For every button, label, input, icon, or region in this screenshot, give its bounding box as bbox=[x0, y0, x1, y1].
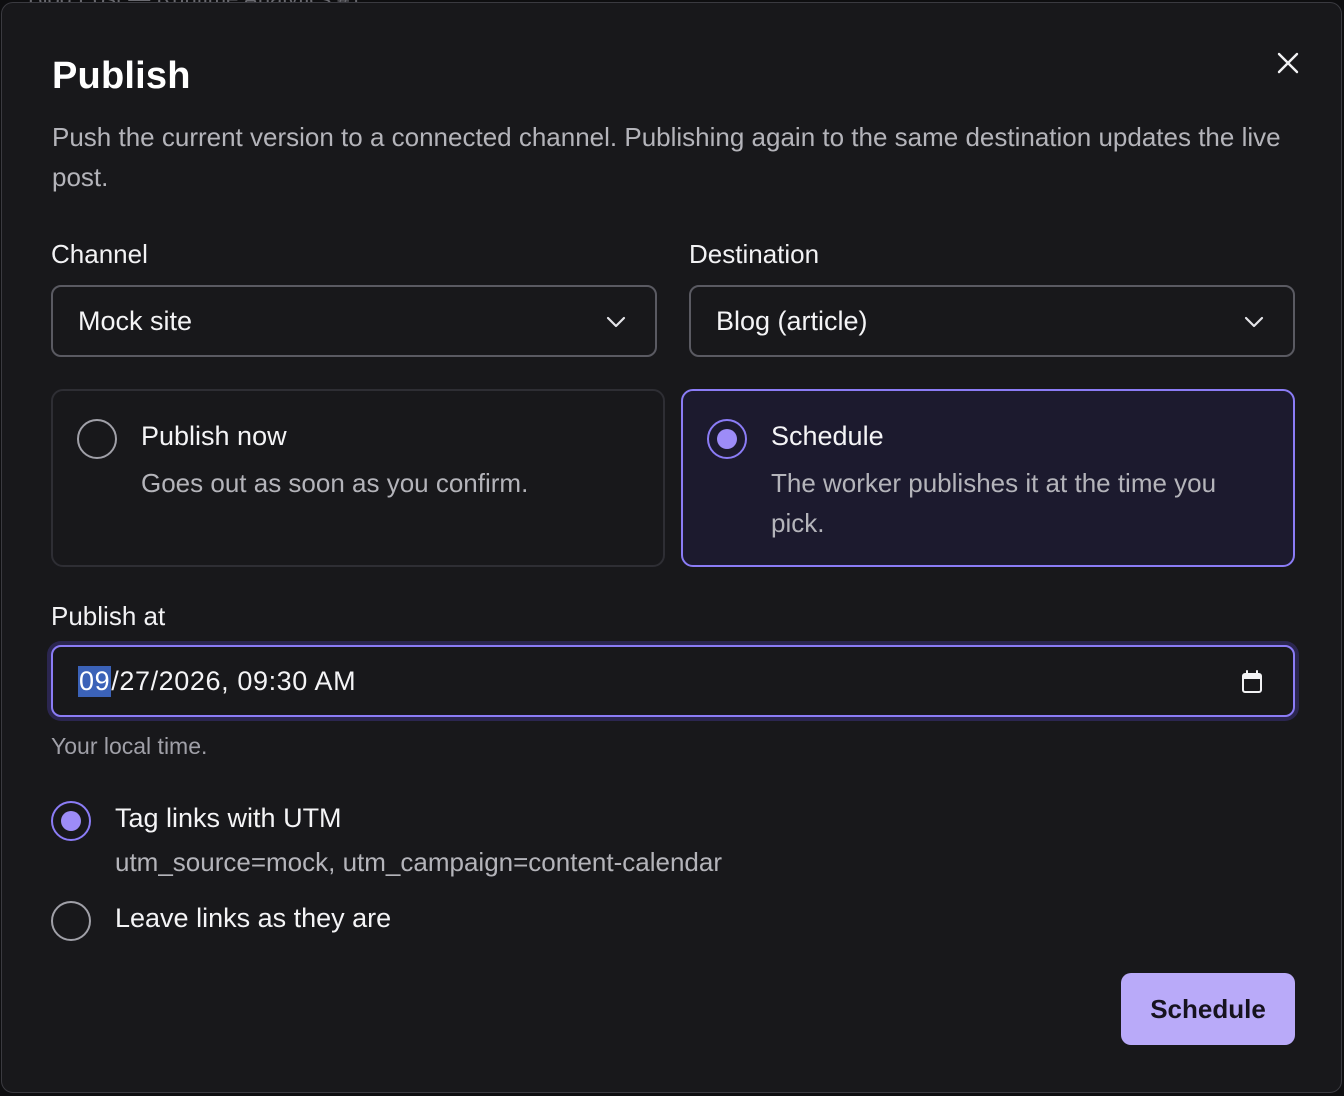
schedule-description: The worker publishes it at the time you … bbox=[771, 468, 1217, 538]
leave-links-radio[interactable] bbox=[51, 901, 91, 941]
close-icon bbox=[1277, 52, 1299, 74]
destination-value: Blog (article) bbox=[716, 305, 868, 336]
channel-value: Mock site bbox=[78, 305, 193, 336]
dialog-description: Push the current version to a connected … bbox=[52, 122, 1281, 192]
channel-select[interactable]: Mock site bbox=[51, 285, 657, 357]
month-segment[interactable]: 09 bbox=[78, 665, 112, 697]
calendar-icon[interactable] bbox=[1241, 670, 1263, 694]
schedule-option[interactable]: Schedule The worker publishes it at the … bbox=[681, 389, 1295, 567]
publish-now-title: Publish now bbox=[141, 421, 287, 451]
publish-now-option[interactable]: Publish now Goes out as soon as you conf… bbox=[51, 389, 665, 567]
leave-links-label[interactable]: Leave links as they are bbox=[115, 903, 391, 934]
close-button[interactable] bbox=[1268, 43, 1308, 83]
destination-label: Destination bbox=[689, 239, 820, 269]
publish-now-description: Goes out as soon as you confirm. bbox=[141, 468, 529, 498]
chevron-down-icon bbox=[606, 316, 626, 328]
utm-tag-label[interactable]: Tag links with UTM bbox=[115, 803, 342, 834]
datetime-rest[interactable]: /27/2026, 09:30 AM bbox=[111, 666, 356, 697]
utm-tag-radio[interactable] bbox=[51, 801, 91, 841]
dialog-title: Publish bbox=[52, 55, 191, 97]
schedule-title: Schedule bbox=[771, 421, 884, 451]
publish-now-radio[interactable] bbox=[77, 419, 117, 459]
destination-select[interactable]: Blog (article) bbox=[689, 285, 1295, 357]
publish-at-hint: Your local time. bbox=[51, 733, 208, 759]
publish-dialog: Publish Push the current version to a co… bbox=[1, 2, 1342, 1093]
publish-at-datetime-input[interactable]: 09/27/2026, 09:30 AM bbox=[51, 645, 1295, 717]
publish-at-label: Publish at bbox=[51, 601, 166, 631]
schedule-radio[interactable] bbox=[707, 419, 747, 459]
chevron-down-icon bbox=[1244, 316, 1264, 328]
channel-label: Channel bbox=[51, 239, 148, 269]
schedule-button[interactable]: Schedule bbox=[1121, 973, 1295, 1045]
utm-tag-params: utm_source=mock, utm_campaign=content-ca… bbox=[115, 847, 722, 877]
